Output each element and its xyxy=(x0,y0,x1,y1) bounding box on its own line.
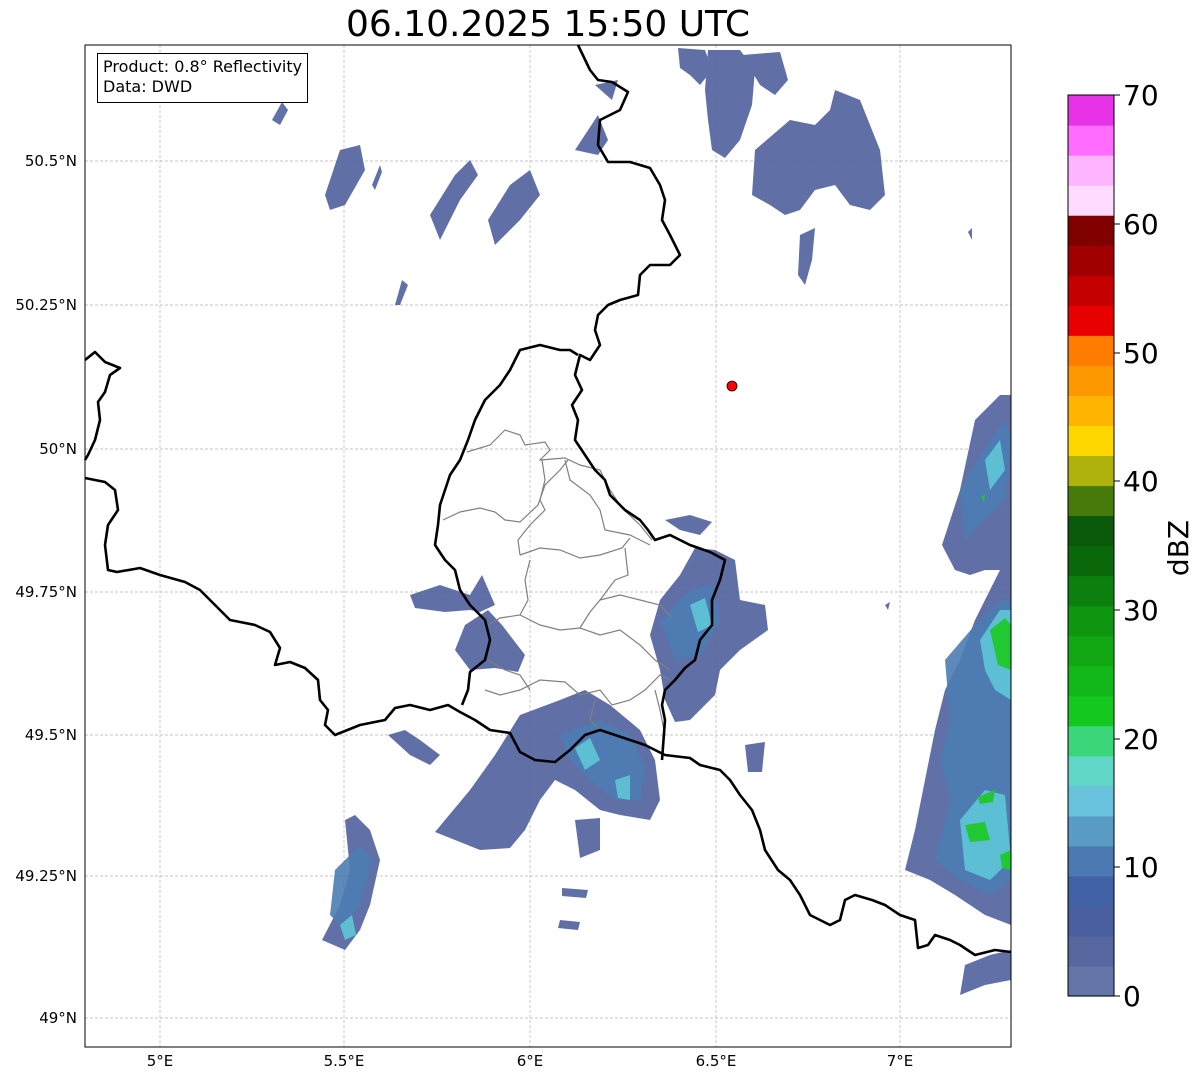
x-axis-ticks: 5°E 5.5°E 6°E 6.5°E 7°E xyxy=(147,1052,914,1070)
colorbar-segment xyxy=(1068,755,1114,787)
colorbar-segment xyxy=(1068,125,1114,156)
colorbar-segment xyxy=(1068,245,1114,276)
colorbar-segment xyxy=(1068,965,1114,997)
colorbar-segment xyxy=(1068,905,1114,937)
colorbar-segment xyxy=(1068,815,1114,847)
colorbar-segment xyxy=(1068,515,1114,547)
colorbar-segment xyxy=(1068,665,1114,697)
colorbar xyxy=(1068,95,1114,997)
colorbar-segment xyxy=(1068,95,1114,126)
colorbar-segment xyxy=(1068,785,1114,817)
colorbar-tick-label: 60 xyxy=(1123,208,1159,241)
colorbar-segment xyxy=(1068,875,1114,907)
colorbar-segment xyxy=(1068,455,1114,487)
colorbar-segment xyxy=(1068,695,1114,727)
y-tick-label: 49°N xyxy=(39,1009,77,1027)
colorbar-segment xyxy=(1068,605,1114,637)
colorbar-tick-label: 20 xyxy=(1123,723,1159,756)
colorbar-tick-label: 10 xyxy=(1123,851,1159,884)
colorbar-segment xyxy=(1068,575,1114,607)
colorbar-tick-label: 70 xyxy=(1123,79,1159,112)
colorbar-tick-labels: 0 10 20 30 40 50 60 70 xyxy=(1123,79,1159,1013)
x-tick-label: 5°E xyxy=(147,1052,174,1070)
y-tick-label: 50°N xyxy=(39,440,77,458)
product-label: Product: 0.8° Reflectivity xyxy=(103,57,303,76)
colorbar-segment xyxy=(1068,935,1114,967)
radar-map: 5°E 5.5°E 6°E 6.5°E 7°E 50.5°N 50.25°N 5… xyxy=(15,44,1195,1070)
colorbar-segment xyxy=(1068,485,1114,517)
colorbar-segment xyxy=(1068,155,1114,186)
colorbar-segment xyxy=(1068,845,1114,877)
colorbar-tick-label: 40 xyxy=(1123,465,1159,498)
colorbar-segment xyxy=(1068,305,1114,336)
colorbar-segment xyxy=(1068,545,1114,577)
y-tick-label: 50.25°N xyxy=(15,296,77,314)
radar-site-marker xyxy=(726,380,738,392)
colorbar-segment xyxy=(1068,635,1114,667)
colorbar-ticks xyxy=(1114,94,1120,997)
colorbar-segment xyxy=(1068,215,1114,246)
x-tick-label: 6°E xyxy=(517,1052,544,1070)
colorbar-tick-label: 50 xyxy=(1123,337,1159,370)
colorbar-segment xyxy=(1068,275,1114,306)
colorbar-segment xyxy=(1068,725,1114,757)
x-tick-label: 5.5°E xyxy=(324,1052,365,1070)
colorbar-unit-label: dBZ xyxy=(1162,520,1195,576)
colorbar-segment xyxy=(1068,395,1114,426)
colorbar-segment xyxy=(1068,365,1114,396)
product-info-box: Product: 0.8° Reflectivity Data: DWD xyxy=(97,53,309,103)
colorbar-segment xyxy=(1068,335,1114,366)
y-axis-ticks: 50.5°N 50.25°N 50°N 49.75°N 49.5°N 49.25… xyxy=(15,152,77,1027)
colorbar-segment xyxy=(1068,425,1114,456)
colorbar-segment xyxy=(1068,185,1114,216)
y-tick-label: 50.5°N xyxy=(25,152,77,170)
y-tick-label: 49.25°N xyxy=(15,867,77,885)
x-tick-label: 7°E xyxy=(887,1052,914,1070)
colorbar-tick-label: 30 xyxy=(1123,594,1159,627)
data-source-label: Data: DWD xyxy=(103,77,193,96)
x-tick-label: 6.5°E xyxy=(696,1052,737,1070)
y-tick-label: 49.5°N xyxy=(25,726,77,744)
y-tick-label: 49.75°N xyxy=(15,583,77,601)
colorbar-tick-label: 0 xyxy=(1123,980,1141,1013)
